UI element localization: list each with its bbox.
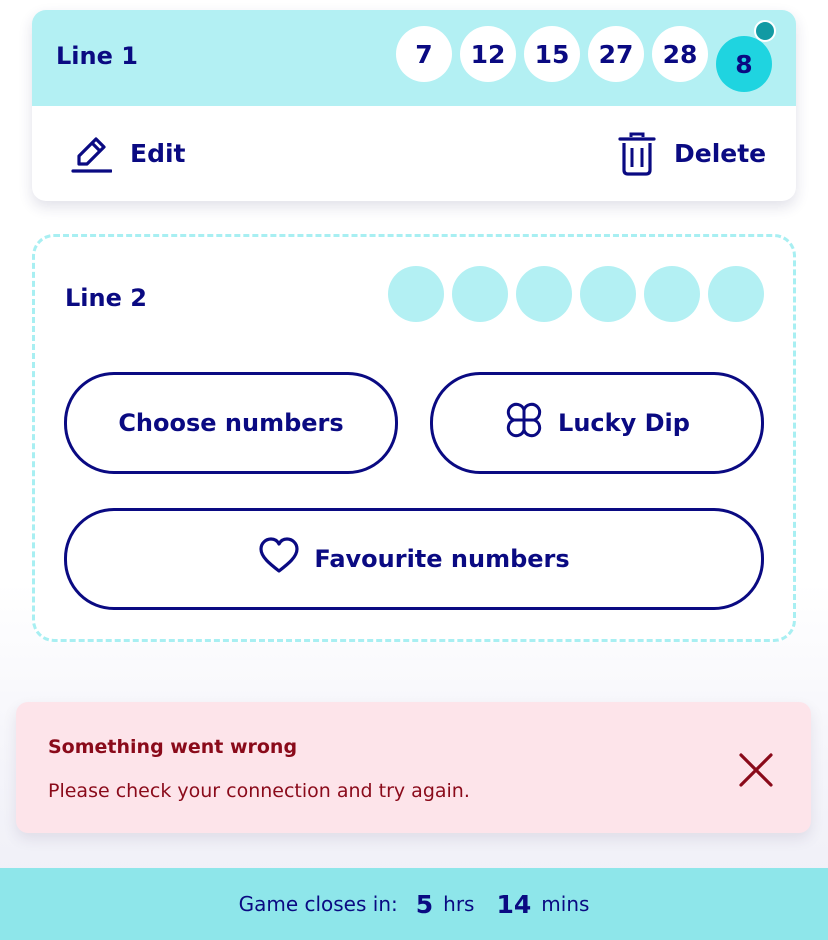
minutes-value: 14: [496, 889, 532, 919]
lucky-dip-label: Lucky Dip: [558, 409, 690, 437]
heart-icon: [258, 537, 300, 581]
choose-numbers-label: Choose numbers: [118, 409, 344, 437]
error-message: Please check your connection and try aga…: [48, 780, 470, 802]
favourite-numbers-button[interactable]: Favourite numbers: [64, 508, 764, 610]
line-1-ball: 28: [652, 26, 708, 82]
delete-label: Delete: [674, 139, 767, 168]
game-closes-label: Game closes in:: [238, 892, 398, 916]
line-2-empty-ball: [452, 266, 508, 322]
line-2-title: Line 2: [65, 284, 147, 312]
game-closes-footer: Game closes in: 5 hrs 14 mins: [0, 868, 828, 940]
line-1-ball: 7: [396, 26, 452, 82]
choose-numbers-button[interactable]: Choose numbers: [64, 372, 398, 474]
line-1-card: Line 1 7 12 15 27 28 8 Edit Delete: [32, 10, 796, 201]
line-2-empty-ball: [516, 266, 572, 322]
clover-icon: [504, 400, 544, 446]
line-1-bonus-ball: 8: [716, 36, 772, 92]
pencil-icon: [70, 133, 112, 175]
hours-unit: hrs: [443, 892, 475, 916]
delete-button[interactable]: Delete: [618, 106, 766, 201]
bonus-indicator-dot: [754, 20, 776, 42]
trash-icon: [618, 132, 656, 176]
line-2-empty-ball: [708, 266, 764, 322]
line-1-ball: 12: [460, 26, 516, 82]
line-1-ball: 15: [524, 26, 580, 82]
line-2-empty-ball: [644, 266, 700, 322]
line-1-ball: 27: [588, 26, 644, 82]
error-banner: Something went wrong Please check your c…: [16, 702, 811, 833]
line-2-empty-ball: [388, 266, 444, 322]
lucky-dip-button[interactable]: Lucky Dip: [430, 372, 764, 474]
minutes-unit: mins: [541, 892, 590, 916]
close-icon[interactable]: [736, 750, 776, 790]
hours-value: 5: [415, 889, 434, 919]
favourite-numbers-label: Favourite numbers: [314, 545, 570, 573]
line-1-title: Line 1: [56, 42, 138, 70]
line-2-card: Line 2 Choose numbers Lucky Dip Favourit…: [32, 234, 796, 642]
edit-button[interactable]: Edit: [70, 106, 186, 201]
error-title: Something went wrong: [48, 736, 298, 758]
edit-label: Edit: [130, 139, 186, 168]
line-2-empty-ball: [580, 266, 636, 322]
